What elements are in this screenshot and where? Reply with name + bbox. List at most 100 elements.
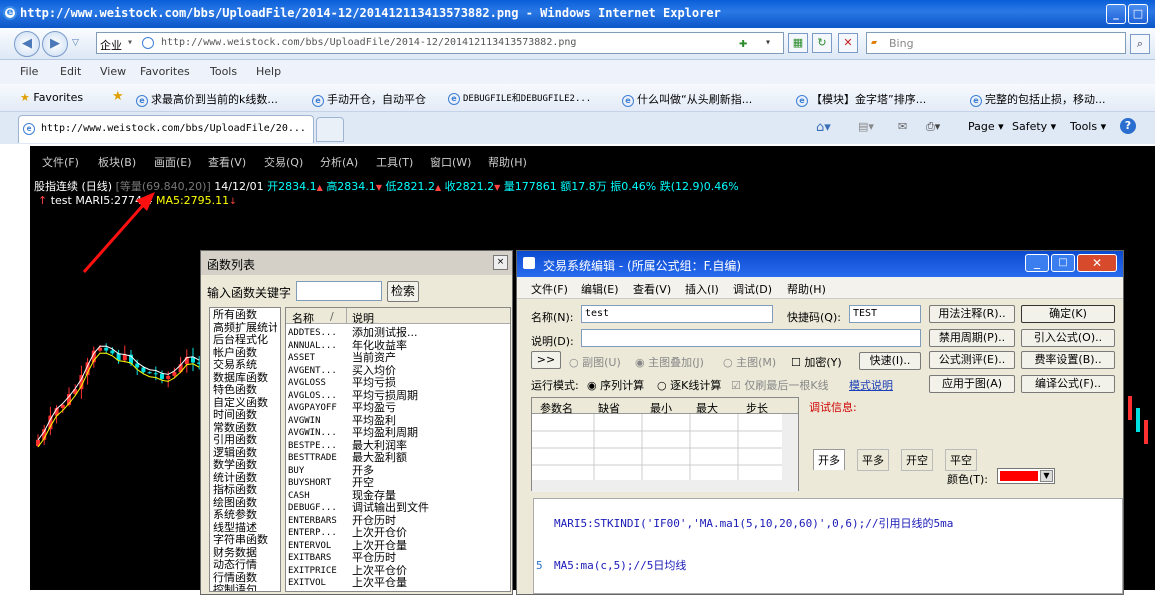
- tab-open-long[interactable]: 开多: [813, 449, 845, 470]
- function-row[interactable]: ENTERVOL 上次开仓量: [288, 539, 510, 553]
- import-formula-button[interactable]: 引入公式(O)..: [1021, 329, 1115, 347]
- category-item[interactable]: 时间函数: [213, 409, 277, 422]
- function-row[interactable]: AVGPAYOFF 平均盈亏: [288, 401, 510, 415]
- function-name: AVGLOS...: [288, 390, 337, 401]
- expand-button[interactable]: >>: [531, 351, 561, 369]
- category-item[interactable]: 绘图函数: [213, 497, 277, 510]
- category-item[interactable]: 系统参数: [213, 509, 277, 522]
- ok-button[interactable]: 确定(K): [1021, 305, 1115, 323]
- function-row[interactable]: AVGWIN... 平均盈利周期: [288, 426, 510, 440]
- radio-main-overlay[interactable]: ◉ 主图叠加(J): [635, 354, 704, 370]
- category-item[interactable]: 帐户函数: [213, 347, 277, 360]
- category-item[interactable]: 控制语句: [213, 584, 277, 591]
- tab-open-short[interactable]: 开空: [901, 449, 933, 471]
- function-row[interactable]: ANNUAL... 年化收益率: [288, 339, 510, 353]
- category-item[interactable]: 行情函数: [213, 572, 277, 585]
- function-desc: 调试输出到文件: [352, 501, 429, 514]
- radio-sequential[interactable]: ◉ 序列计算: [587, 377, 644, 393]
- category-item[interactable]: 引用函数: [213, 434, 277, 447]
- editor-menu-insert[interactable]: 插入(I): [685, 281, 719, 297]
- category-item[interactable]: 后台程式化: [213, 334, 277, 347]
- code-line-2: 5 MA5:ma(c,5);//5日均线: [536, 559, 687, 572]
- function-row[interactable]: BESTTRADE 最大盈利额: [288, 451, 510, 465]
- category-item[interactable]: 交易系统: [213, 359, 277, 372]
- function-desc: 上次开仓价: [352, 526, 407, 539]
- category-item[interactable]: 逻辑函数: [213, 447, 277, 460]
- category-item[interactable]: 字符串函数: [213, 534, 277, 547]
- fee-settings-button[interactable]: 费率设置(B)..: [1021, 351, 1115, 369]
- editor-menu-view[interactable]: 查看(V): [633, 281, 671, 297]
- function-row[interactable]: ENTERP... 上次开仓价: [288, 526, 510, 540]
- trading-system-editor: 交易系统编辑 - (所属公式组：F.自编) _ □ ✕ 文件(F) 编辑(E) …: [516, 250, 1124, 595]
- function-row[interactable]: DEBUGF... 调试输出到文件: [288, 501, 510, 515]
- refresh-last-checkbox[interactable]: ☑ 仅刷最后一根K线: [731, 377, 841, 393]
- category-item[interactable]: 所有函数: [213, 309, 277, 322]
- code-editor[interactable]: MARI5:STKINDI('IF00','MA.ma1(5,10,20,60)…: [533, 498, 1123, 594]
- category-list[interactable]: 所有函数 高频扩展统计 后台程式化 帐户函数 交易系统 数据库函数 特色函数 自定义函数 时间函…: [209, 307, 281, 592]
- function-row[interactable]: EXITBARS 平仓历时: [288, 551, 510, 565]
- chevron-down-icon[interactable]: ▼: [1040, 470, 1053, 482]
- parameter-table[interactable]: 参数名 缺省 最小 最大 步长: [531, 397, 799, 492]
- tab-close-long[interactable]: 平多: [857, 449, 889, 471]
- col-desc-header[interactable]: 说明: [352, 310, 374, 326]
- category-item[interactable]: 特色函数: [213, 384, 277, 397]
- color-picker[interactable]: ▼: [997, 468, 1055, 484]
- function-row[interactable]: AVGENT... 买入均价: [288, 364, 510, 378]
- category-item[interactable]: 指标函数: [213, 484, 277, 497]
- radio-subchart[interactable]: ○ 副图(U): [569, 354, 621, 370]
- editor-menu-edit[interactable]: 编辑(E): [581, 281, 619, 297]
- editor-menubar: 文件(F) 编辑(E) 查看(V) 插入(I) 调试(D) 帮助(H): [517, 277, 1123, 299]
- compile-formula-button[interactable]: 编译公式(F)..: [1021, 375, 1115, 393]
- category-item[interactable]: 高频扩展统计: [213, 322, 277, 335]
- arrow-shaft: [82, 202, 147, 273]
- function-name: BESTPE...: [288, 440, 337, 451]
- run-mode-label: 运行模式:: [531, 379, 579, 392]
- formula-evaluate-button[interactable]: 公式测评(E)..: [929, 351, 1015, 369]
- close-button[interactable]: ✕: [1077, 254, 1117, 272]
- category-item[interactable]: 线型描述: [213, 522, 277, 535]
- usage-notes-button[interactable]: 用法注释(R)..: [929, 305, 1015, 323]
- category-item[interactable]: 统计函数: [213, 472, 277, 485]
- function-row[interactable]: ADDTES... 添加测试报...: [288, 326, 510, 340]
- editor-menu-help[interactable]: 帮助(H): [787, 281, 826, 297]
- mode-help-link[interactable]: 模式说明: [849, 377, 893, 393]
- shortcut-input[interactable]: TEST: [849, 305, 921, 323]
- function-row[interactable]: AVGLOSS 平均亏损: [288, 376, 510, 390]
- description-input[interactable]: [581, 329, 921, 347]
- category-item[interactable]: 常数函数: [213, 422, 277, 435]
- function-name: EXITVOL: [288, 578, 326, 588]
- col-name-header[interactable]: 名称: [292, 310, 314, 326]
- apply-to-chart-button[interactable]: 应用于图(A): [929, 375, 1015, 393]
- function-name: ENTERBARS: [288, 515, 337, 526]
- function-row[interactable]: EXITVOL 上次平仓量: [288, 576, 510, 590]
- category-item[interactable]: 数据库函数: [213, 372, 277, 385]
- function-name: CASH: [288, 490, 310, 501]
- function-list-titlebar: 函数列表 ×: [201, 251, 512, 275]
- editor-menu-file[interactable]: 文件(F): [531, 281, 568, 297]
- category-item[interactable]: 财务数据: [213, 547, 277, 560]
- quick-button[interactable]: 快速(I)..: [859, 352, 921, 370]
- function-row[interactable]: BUY 开多: [288, 464, 510, 478]
- function-table[interactable]: 名称 / 说明 ADDTES... 添加测试报... ANNUAL... 年化收益率 A…: [285, 307, 511, 592]
- name-input[interactable]: test: [581, 305, 773, 323]
- tab-close-short[interactable]: 平空: [945, 449, 977, 471]
- function-name: DEBUGF...: [288, 503, 337, 513]
- disable-period-button[interactable]: 禁用周期(P)..: [929, 329, 1015, 347]
- function-search-input[interactable]: [296, 281, 382, 301]
- radio-per-bar[interactable]: ○ 逐K线计算: [657, 377, 721, 393]
- encrypt-checkbox[interactable]: ☐ 加密(Y): [791, 354, 842, 370]
- function-search-button[interactable]: 检索: [387, 281, 419, 302]
- category-item[interactable]: 数学函数: [213, 459, 277, 472]
- function-row[interactable]: AVGLOS... 平均亏损周期: [288, 389, 510, 403]
- function-row[interactable]: BUYSHORT 开空: [288, 476, 510, 490]
- editor-menu-debug[interactable]: 调试(D): [733, 281, 772, 297]
- category-item[interactable]: 自定义函数: [213, 397, 277, 410]
- maximize-button[interactable]: □: [1051, 254, 1075, 272]
- function-row[interactable]: ASSET 当前资产: [288, 351, 510, 365]
- close-icon[interactable]: ×: [493, 255, 508, 270]
- sort-icon: /: [330, 310, 334, 323]
- minimize-button[interactable]: _: [1025, 254, 1049, 272]
- category-item[interactable]: 动态行情: [213, 559, 277, 572]
- radio-mainchart[interactable]: ○ 主图(M): [723, 354, 776, 370]
- function-name: EXITPRICE: [288, 565, 337, 576]
